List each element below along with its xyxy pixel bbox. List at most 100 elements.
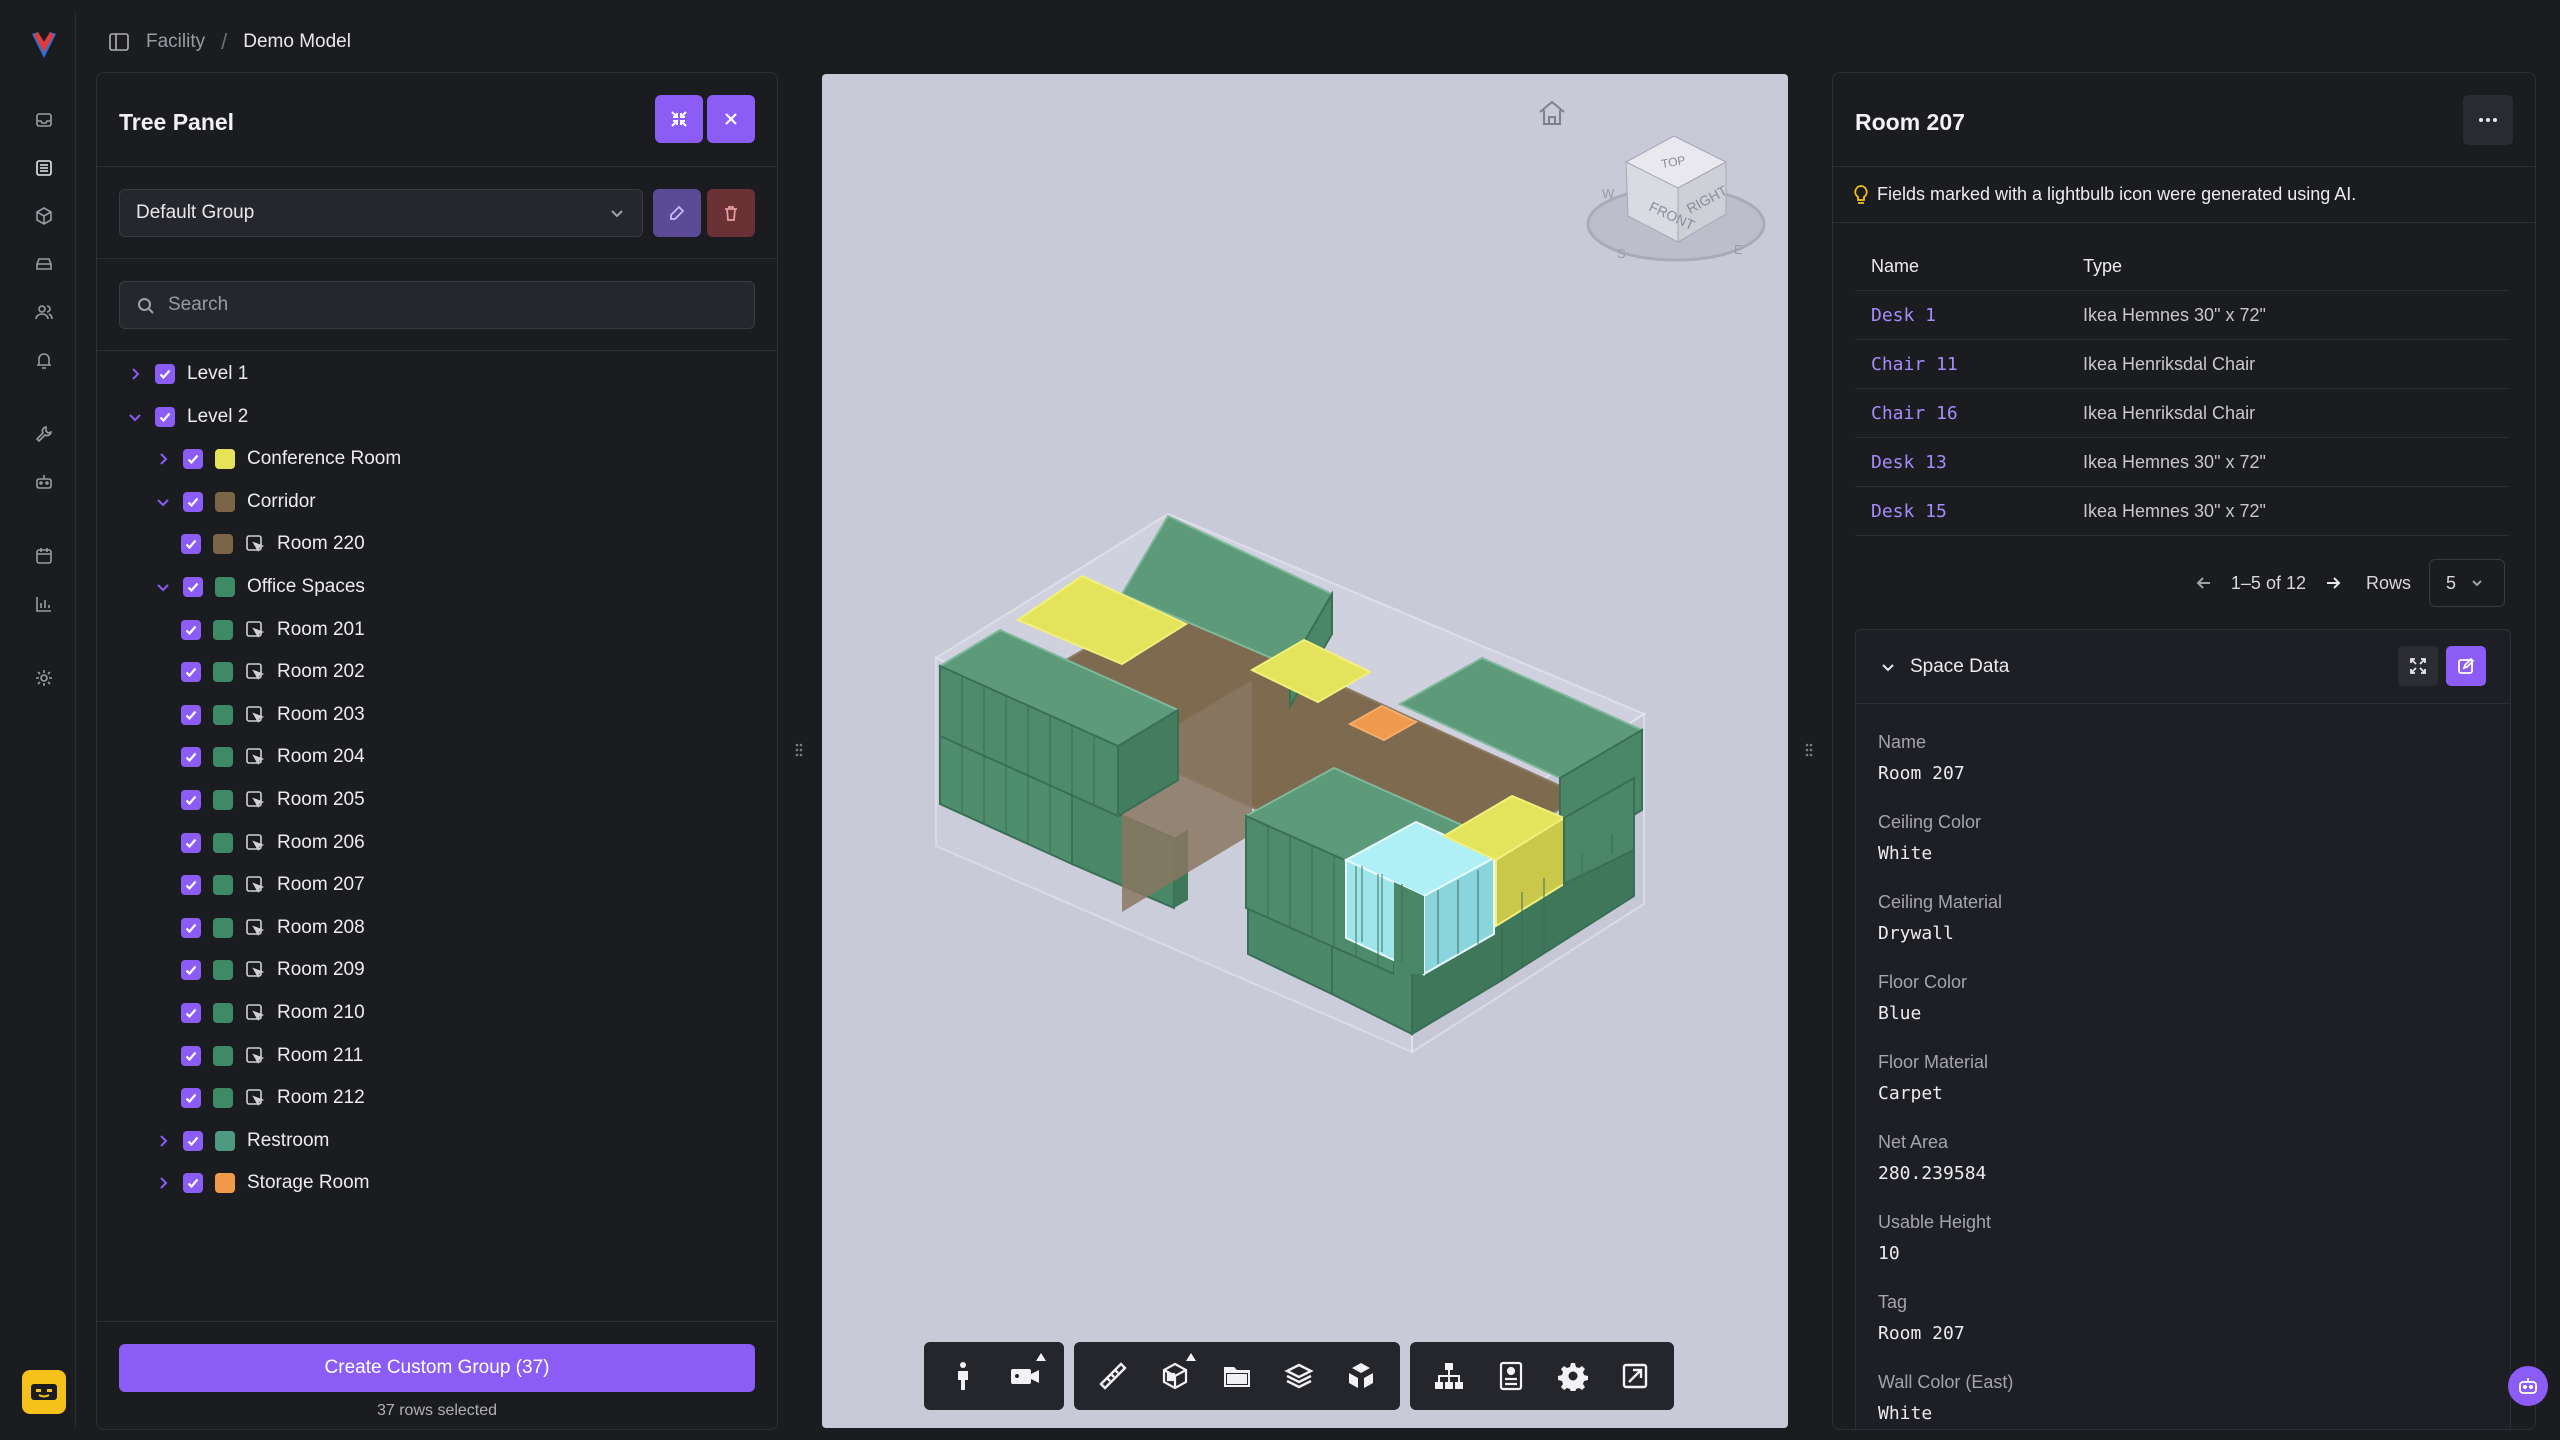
delete-group-button[interactable] [707,189,755,237]
row-checkbox[interactable] [181,747,201,768]
walk-button[interactable] [934,1347,992,1405]
tree-row[interactable]: Corridor [153,481,316,523]
room-select-icon[interactable] [245,534,265,554]
room-select-icon[interactable] [245,960,265,980]
group-select[interactable]: Default Group [119,189,643,237]
table-row[interactable]: Desk 15 Ikea Hemnes 30" x 72" [1855,487,2509,536]
model-viewer[interactable]: TOP FRONT RIGHT W S E [822,74,1788,1428]
row-checkbox[interactable] [181,960,201,981]
camera-button[interactable] [996,1347,1054,1405]
room-select-icon[interactable] [245,620,265,640]
tree-row[interactable]: Restroom [153,1120,329,1162]
tree-row[interactable]: Room 205 [181,779,365,821]
tree-row[interactable]: Room 207 [181,864,365,906]
room-select-icon[interactable] [245,875,265,895]
row-checkbox[interactable] [181,662,201,683]
row-checkbox[interactable] [155,364,175,384]
properties-button[interactable] [1482,1347,1540,1405]
fullscreen-button[interactable] [1606,1347,1664,1405]
tree-row[interactable]: Office Spaces [153,566,365,608]
room-select-icon[interactable] [245,1003,265,1023]
row-checkbox[interactable] [183,577,203,597]
home-icon[interactable] [1539,100,1565,125]
asset-name-link[interactable]: Chair 16 [1855,403,2083,424]
row-checkbox[interactable] [155,406,175,427]
building-icon[interactable] [32,156,56,180]
table-row[interactable]: Desk 1 Ikea Hemnes 30" x 72" [1855,291,2509,340]
rows-per-page-select[interactable]: 5 [2429,559,2505,607]
tree-row[interactable]: Room 208 [181,907,365,949]
left-resize-handle[interactable] [795,742,803,758]
room-select-icon[interactable] [245,833,265,853]
row-checkbox[interactable] [183,1130,203,1151]
row-checkbox[interactable] [181,875,201,896]
chevron-right-icon[interactable] [153,449,173,469]
row-checkbox[interactable] [181,832,201,853]
row-checkbox[interactable] [181,534,201,555]
room-select-icon[interactable] [245,790,265,810]
asset-name-link[interactable]: Desk 15 [1855,501,2083,522]
chat-assistant-button[interactable] [2508,1366,2548,1406]
sidebar-toggle-icon[interactable] [108,31,130,53]
app-logo[interactable] [28,28,60,60]
search-field[interactable] [119,281,755,329]
chevron-right-icon[interactable] [153,1173,173,1193]
room-select-icon[interactable] [245,1088,265,1108]
tray-icon[interactable] [32,252,56,276]
expand-space-data-button[interactable] [2398,646,2438,686]
model-structure-button[interactable] [1420,1347,1478,1405]
tree-row[interactable]: Room 202 [181,651,365,693]
asset-name-link[interactable]: Chair 11 [1855,354,2083,375]
prev-page-icon[interactable] [2195,574,2213,592]
asset-name-link[interactable]: Desk 1 [1855,305,2083,326]
tree-row[interactable]: Conference Room [153,438,401,480]
gear-icon[interactable] [32,666,56,690]
model-browser-button[interactable] [1208,1347,1266,1405]
breadcrumb-facility[interactable]: Facility [146,31,205,53]
room-select-icon[interactable] [245,918,265,938]
row-checkbox[interactable] [183,1173,203,1194]
tree-row[interactable]: Room 212 [181,1077,365,1119]
create-custom-group-button[interactable]: Create Custom Group (37) [119,1344,755,1392]
explode-button[interactable] [1332,1347,1390,1405]
row-checkbox[interactable] [181,917,201,938]
room-select-icon[interactable] [245,705,265,725]
measure-button[interactable] [1084,1347,1142,1405]
users-icon[interactable] [32,300,56,324]
close-panel-button[interactable] [707,95,755,143]
inbox-icon[interactable] [32,108,56,132]
table-row[interactable]: Desk 13 Ikea Hemnes 30" x 72" [1855,438,2509,487]
next-page-icon[interactable] [2324,574,2342,592]
section-box-button[interactable] [1146,1347,1204,1405]
chevron-down-icon[interactable] [1880,659,1896,675]
space-data-header[interactable]: Space Data [1856,630,2510,704]
more-options-button[interactable] [2463,95,2513,145]
tree-row[interactable]: Storage Room [153,1162,370,1204]
room-select-icon[interactable] [245,662,265,682]
chevron-right-icon[interactable] [153,1131,173,1151]
row-checkbox[interactable] [183,449,203,470]
asset-name-link[interactable]: Desk 13 [1855,452,2083,473]
row-checkbox[interactable] [181,1088,201,1109]
row-checkbox[interactable] [181,704,201,725]
tree-row[interactable]: Room 211 [181,1035,363,1077]
bell-icon[interactable] [32,348,56,372]
view-cube[interactable]: TOP FRONT RIGHT W S E [1586,135,1766,262]
tree-row[interactable]: Room 204 [181,736,365,778]
tree-row[interactable]: Room 210 [181,992,365,1034]
table-row[interactable]: Chair 11 Ikea Henriksdal Chair [1855,340,2509,389]
tree-row[interactable]: Level 2 [125,396,248,438]
tool-icon[interactable] [32,422,56,446]
building-3d-model[interactable]: TOP FRONT RIGHT W S E [822,74,1788,1428]
room-select-icon[interactable] [245,1046,265,1066]
layers-button[interactable] [1270,1347,1328,1405]
tree-row[interactable]: Room 209 [181,949,365,991]
tree-row[interactable]: Room 206 [181,822,365,864]
edit-group-button[interactable] [653,189,701,237]
settings-button[interactable] [1544,1347,1602,1405]
cube-icon[interactable] [32,204,56,228]
tree-row[interactable]: Level 1 [125,353,248,395]
chevron-down-icon[interactable] [153,492,173,512]
search-input[interactable] [168,294,728,316]
collapse-button[interactable] [655,95,703,143]
